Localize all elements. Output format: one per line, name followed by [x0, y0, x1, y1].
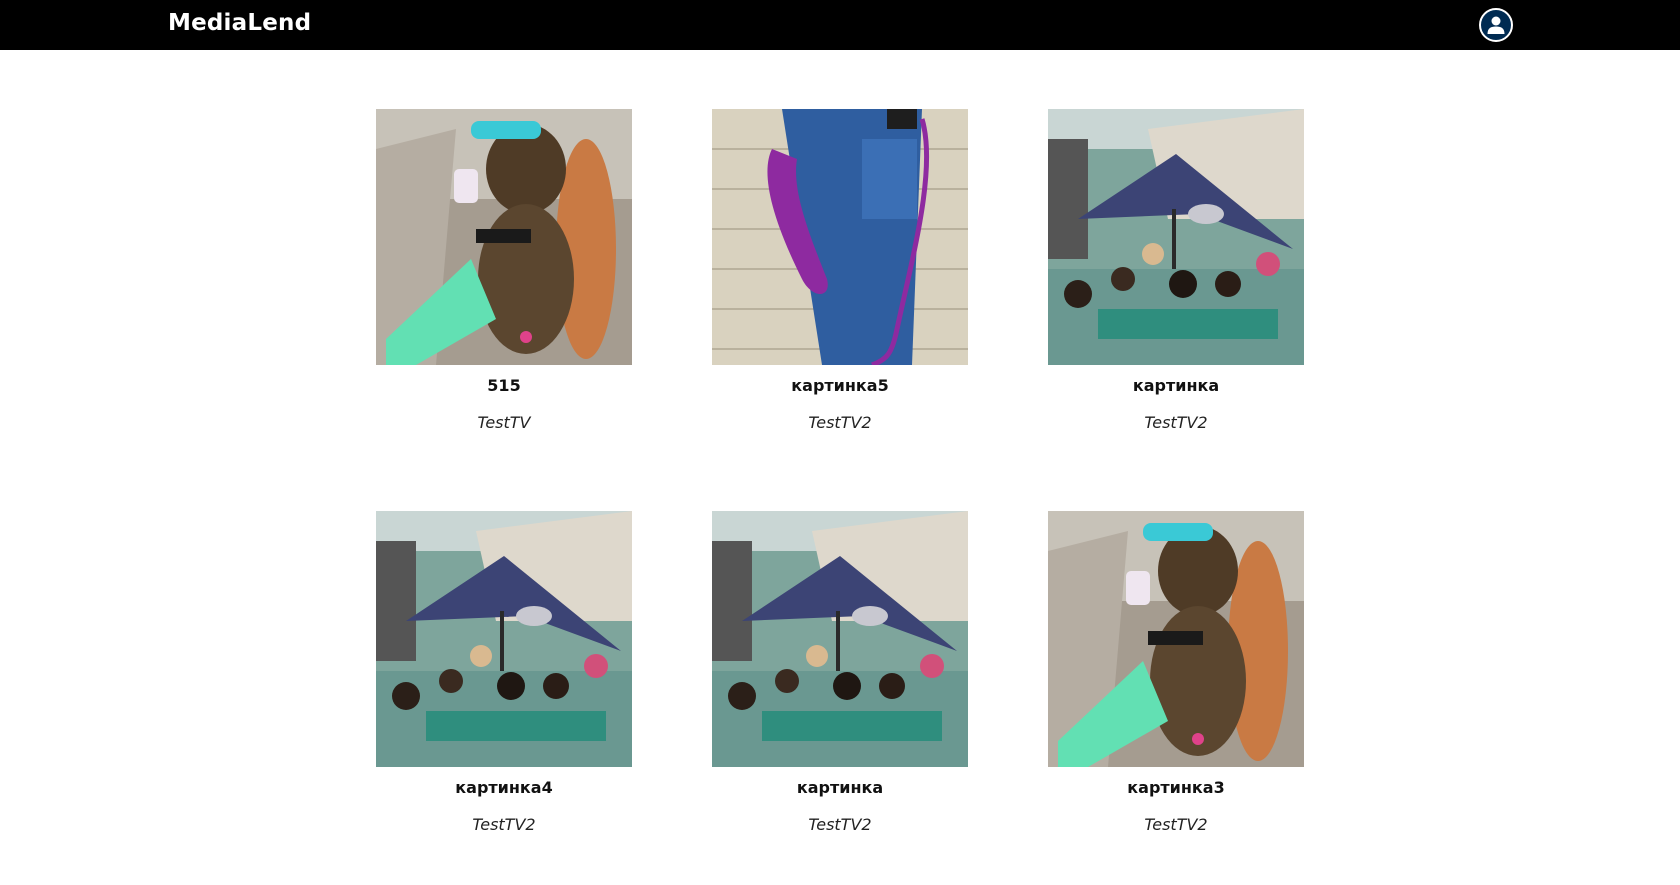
media-thumbnail[interactable]: [712, 511, 968, 767]
monkey-sunglasses-image: [376, 109, 632, 365]
phone-on-jeans-image: [712, 109, 968, 365]
media-channel[interactable]: TestTV2: [808, 815, 871, 835]
media-title[interactable]: картинка: [797, 778, 883, 798]
media-title[interactable]: 515: [487, 376, 520, 396]
profile-button[interactable]: [1479, 8, 1513, 42]
media-title[interactable]: картинка3: [1127, 778, 1224, 798]
media-channel[interactable]: TestTV2: [1144, 815, 1207, 835]
media-thumbnail[interactable]: [712, 109, 968, 365]
brand-logo[interactable]: MediaLend: [168, 10, 311, 36]
media-title[interactable]: картинка: [1133, 376, 1219, 396]
user-circle-icon: [1487, 16, 1505, 34]
media-channel[interactable]: TestTV2: [472, 815, 535, 835]
umbrella-in-water-image: [712, 511, 968, 767]
media-card[interactable]: картинка3 TestTV2: [1048, 511, 1304, 879]
media-thumbnail[interactable]: [376, 109, 632, 365]
monkey-sunglasses-image: [1048, 511, 1304, 767]
media-channel[interactable]: TestTV2: [808, 413, 871, 433]
media-card[interactable]: картинка TestTV2: [712, 511, 968, 879]
media-channel[interactable]: TestTV2: [1144, 413, 1207, 433]
umbrella-in-water-image: [1048, 109, 1304, 365]
media-title[interactable]: картинка5: [791, 376, 888, 396]
media-thumbnail[interactable]: [1048, 109, 1304, 365]
top-navbar: MediaLend: [0, 0, 1680, 50]
media-card[interactable]: 515 TestTV: [376, 109, 632, 477]
umbrella-in-water-image: [376, 511, 632, 767]
media-card[interactable]: картинка4 TestTV2: [376, 511, 632, 879]
media-thumbnail[interactable]: [1048, 511, 1304, 767]
media-card[interactable]: картинка TestTV2: [1048, 109, 1304, 477]
media-grid: 515 TestTV картинка5 TestTV2 картинка Te…: [376, 109, 1306, 879]
media-card[interactable]: картинка5 TestTV2: [712, 109, 968, 477]
media-title[interactable]: картинка4: [455, 778, 552, 798]
media-thumbnail[interactable]: [376, 511, 632, 767]
media-channel[interactable]: TestTV: [478, 413, 531, 433]
